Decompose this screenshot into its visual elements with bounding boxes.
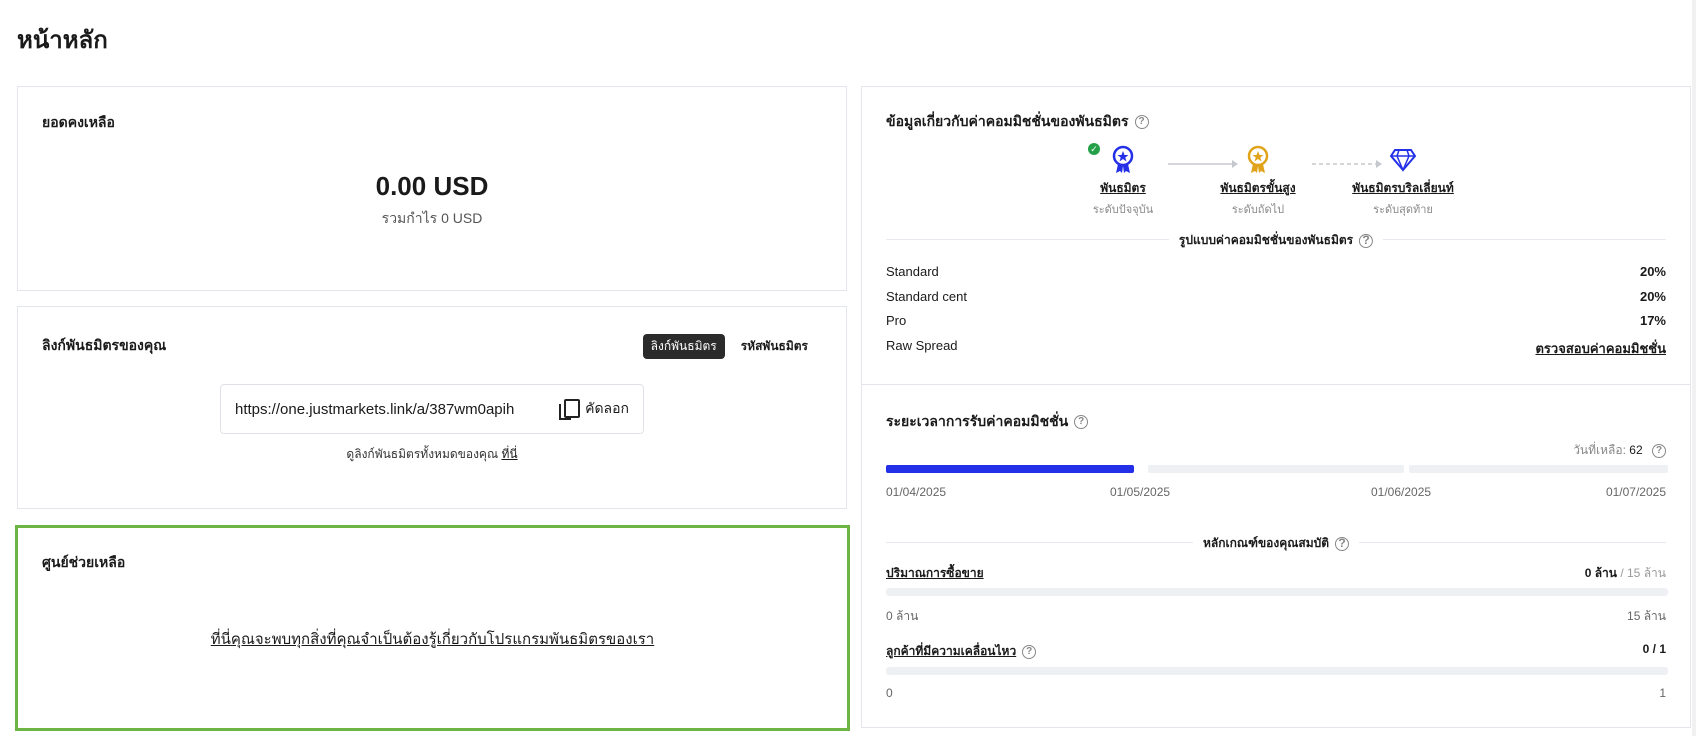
rate-value: 20% bbox=[1639, 289, 1666, 304]
timeline-progress bbox=[886, 465, 1134, 473]
all-links-note: ดูลิงก์พันธมิตรทั้งหมดของคุณ ที่นี่ bbox=[18, 445, 846, 464]
commission-info-card: ข้อมูลเกี่ยวกับค่าคอมมิชชั่นของพันธมิตร?… bbox=[861, 86, 1691, 385]
commission-info-title: ข้อมูลเกี่ยวกับค่าคอมมิชชั่นของพันธมิตร? bbox=[886, 111, 1149, 133]
timeline-date: 01/04/2025 bbox=[886, 485, 947, 499]
timeline-date: 01/05/2025 bbox=[1110, 485, 1171, 499]
schedule-title-text: ระยะเวลาการรับค่าคอมมิชชั่น bbox=[886, 413, 1069, 429]
rate-value: 20% bbox=[1639, 264, 1666, 279]
diamond-icon bbox=[1389, 145, 1417, 175]
copy-button[interactable]: คัดลอก bbox=[559, 398, 629, 420]
active-clients-min: 0 bbox=[886, 686, 893, 700]
help-icon[interactable]: ? bbox=[1359, 233, 1374, 248]
rate-account: Pro bbox=[886, 313, 907, 328]
tier-progression: ✓ พันธมิตร ระดับปัจจุบัน พันธมิตรขั้นสูง… bbox=[862, 143, 1690, 218]
balance-card: ยอดคงเหลือ 0.00 USD รวมกำไร 0 USD bbox=[17, 86, 847, 291]
medal-blue-icon: ✓ bbox=[1088, 143, 1136, 175]
copy-label: คัดลอก bbox=[585, 400, 629, 416]
days-left: วันที่เหลือ: 62 ? bbox=[1573, 441, 1666, 460]
timeline-segment bbox=[886, 465, 1134, 473]
criteria-divider: หลักเกณฑ์ของคุณสมบัติ? bbox=[886, 534, 1666, 553]
commission-info-title-text: ข้อมูลเกี่ยวกับค่าคอมมิชชั่นของพันธมิตร bbox=[886, 113, 1129, 129]
partner-link-url[interactable]: https://one.justmarkets.link/a/387wm0api… bbox=[235, 401, 559, 418]
tier-name[interactable]: พันธมิตร bbox=[1063, 179, 1183, 198]
all-links-note-text: ดูลิงก์พันธมิตรทั้งหมดของคุณ bbox=[346, 447, 499, 461]
timeline-segment bbox=[1148, 465, 1404, 473]
trading-volume-bar bbox=[886, 588, 1668, 596]
tier-brilliant-partner: พันธมิตรบริลเลี่ยนท์ ระดับสุดท้าย bbox=[1343, 145, 1463, 218]
criteria-title: หลักเกณฑ์ของคุณสมบัติ? bbox=[1192, 534, 1360, 553]
partner-link-card: ลิงก์พันธมิตรของคุณ ลิงก์พันธมิตร รหัสพั… bbox=[17, 306, 847, 509]
help-icon[interactable]: ? bbox=[1134, 115, 1149, 130]
active-clients-label: ลูกค้าที่มีความเคลื่อนไหว? bbox=[886, 642, 1037, 661]
page-title: หน้าหลัก bbox=[17, 27, 108, 54]
tier-status: ระดับสุดท้าย bbox=[1373, 204, 1433, 216]
rate-account: Raw Spread bbox=[886, 338, 958, 353]
commission-schedule-card: ระยะเวลาการรับค่าคอมมิชชั่น? วันที่เหลือ… bbox=[861, 384, 1691, 728]
help-icon[interactable]: ? bbox=[1022, 644, 1037, 659]
commission-format-divider: รูปแบบค่าคอมมิชชั่นของพันธมิตร? bbox=[886, 231, 1666, 250]
timeline-date: 01/06/2025 bbox=[1371, 485, 1432, 499]
page-scrollbar[interactable] bbox=[1692, 0, 1696, 736]
partner-link-title: ลิงก์พันธมิตรของคุณ bbox=[42, 337, 167, 353]
rate-account: Standard cent bbox=[886, 289, 967, 304]
tier-status: ระดับถัดไป bbox=[1231, 204, 1285, 216]
active-clients-text[interactable]: ลูกค้าที่มีความเคลื่อนไหว bbox=[886, 644, 1016, 658]
check-icon: ✓ bbox=[1088, 143, 1100, 155]
tier-status: ระดับปัจจุบัน bbox=[1092, 204, 1154, 216]
active-clients-value: 0 / 1 bbox=[1642, 642, 1666, 656]
rate-account: Standard bbox=[886, 264, 939, 279]
help-icon[interactable]: ? bbox=[1074, 415, 1089, 430]
total-profit: รวมกำไร 0 USD bbox=[381, 210, 483, 226]
toggle-partner-code[interactable]: รหัสพันธมิตร bbox=[733, 334, 816, 359]
partner-link-field[interactable]: https://one.justmarkets.link/a/387wm0api… bbox=[220, 384, 644, 434]
trading-volume-max: 15 ล้าน bbox=[1627, 609, 1666, 623]
balance-title: ยอดคงเหลือ bbox=[42, 114, 115, 130]
tier-name[interactable]: พันธมิตรขั้นสูง bbox=[1198, 179, 1318, 198]
active-clients-max: 1 bbox=[1659, 686, 1666, 700]
trading-volume-label[interactable]: ปริมาณการซื้อขาย bbox=[886, 564, 984, 583]
help-center-title: ศูนย์ช่วยเหลือ bbox=[42, 554, 126, 570]
trading-volume-value: 0 ล้าน / 15 ล้าน bbox=[1584, 566, 1666, 580]
help-icon[interactable]: ? bbox=[1335, 536, 1350, 551]
schedule-title: ระยะเวลาการรับค่าคอมมิชชั่น? bbox=[886, 411, 1089, 433]
period-timeline bbox=[886, 465, 1668, 473]
all-links-here-link[interactable]: ที่นี่ bbox=[501, 447, 517, 461]
medal-gold-icon bbox=[1245, 145, 1271, 175]
rate-row: Standard 20% bbox=[886, 264, 1666, 279]
tier-partner: ✓ พันธมิตร ระดับปัจจุบัน bbox=[1063, 143, 1183, 218]
rate-row: Raw Spread ตรวจสอบค่าคอมมิชชั่น bbox=[886, 338, 1666, 359]
active-clients-bar bbox=[886, 667, 1668, 675]
days-left-value: 62 bbox=[1629, 443, 1643, 457]
balance-amount: 0.00 USD bbox=[375, 171, 489, 201]
tier-advanced-partner: พันธมิตรขั้นสูง ระดับถัดไป bbox=[1198, 145, 1318, 218]
rate-row: Standard cent 20% bbox=[886, 289, 1666, 304]
help-center-link[interactable]: ที่นี่คุณจะพบทุกสิ่งที่คุณจำเป็นต้องรู้เ… bbox=[18, 627, 847, 651]
help-center-card: ศูนย์ช่วยเหลือ ที่นี่คุณจะพบทุกสิ่งที่คุ… bbox=[15, 525, 850, 731]
link-code-toggle: ลิงก์พันธมิตร รหัสพันธมิตร bbox=[642, 334, 816, 359]
toggle-partner-link[interactable]: ลิงก์พันธมิตร bbox=[642, 334, 725, 359]
tier-name[interactable]: พันธมิตรบริลเลี่ยนท์ bbox=[1343, 179, 1463, 198]
rate-row: Pro 17% bbox=[886, 313, 1666, 328]
days-left-label: วันที่เหลือ: bbox=[1573, 443, 1626, 457]
timeline-date: 01/07/2025 bbox=[1605, 485, 1666, 499]
timeline-segment bbox=[1409, 465, 1668, 473]
copy-icon bbox=[559, 399, 581, 420]
commission-format-label: รูปแบบค่าคอมมิชชั่นของพันธมิตร? bbox=[1168, 231, 1384, 250]
help-icon[interactable]: ? bbox=[1652, 443, 1666, 458]
rate-value: 17% bbox=[1639, 313, 1666, 328]
check-commission-link[interactable]: ตรวจสอบค่าคอมมิชชั่น bbox=[1535, 338, 1666, 359]
trading-volume-min: 0 ล้าน bbox=[886, 609, 919, 623]
